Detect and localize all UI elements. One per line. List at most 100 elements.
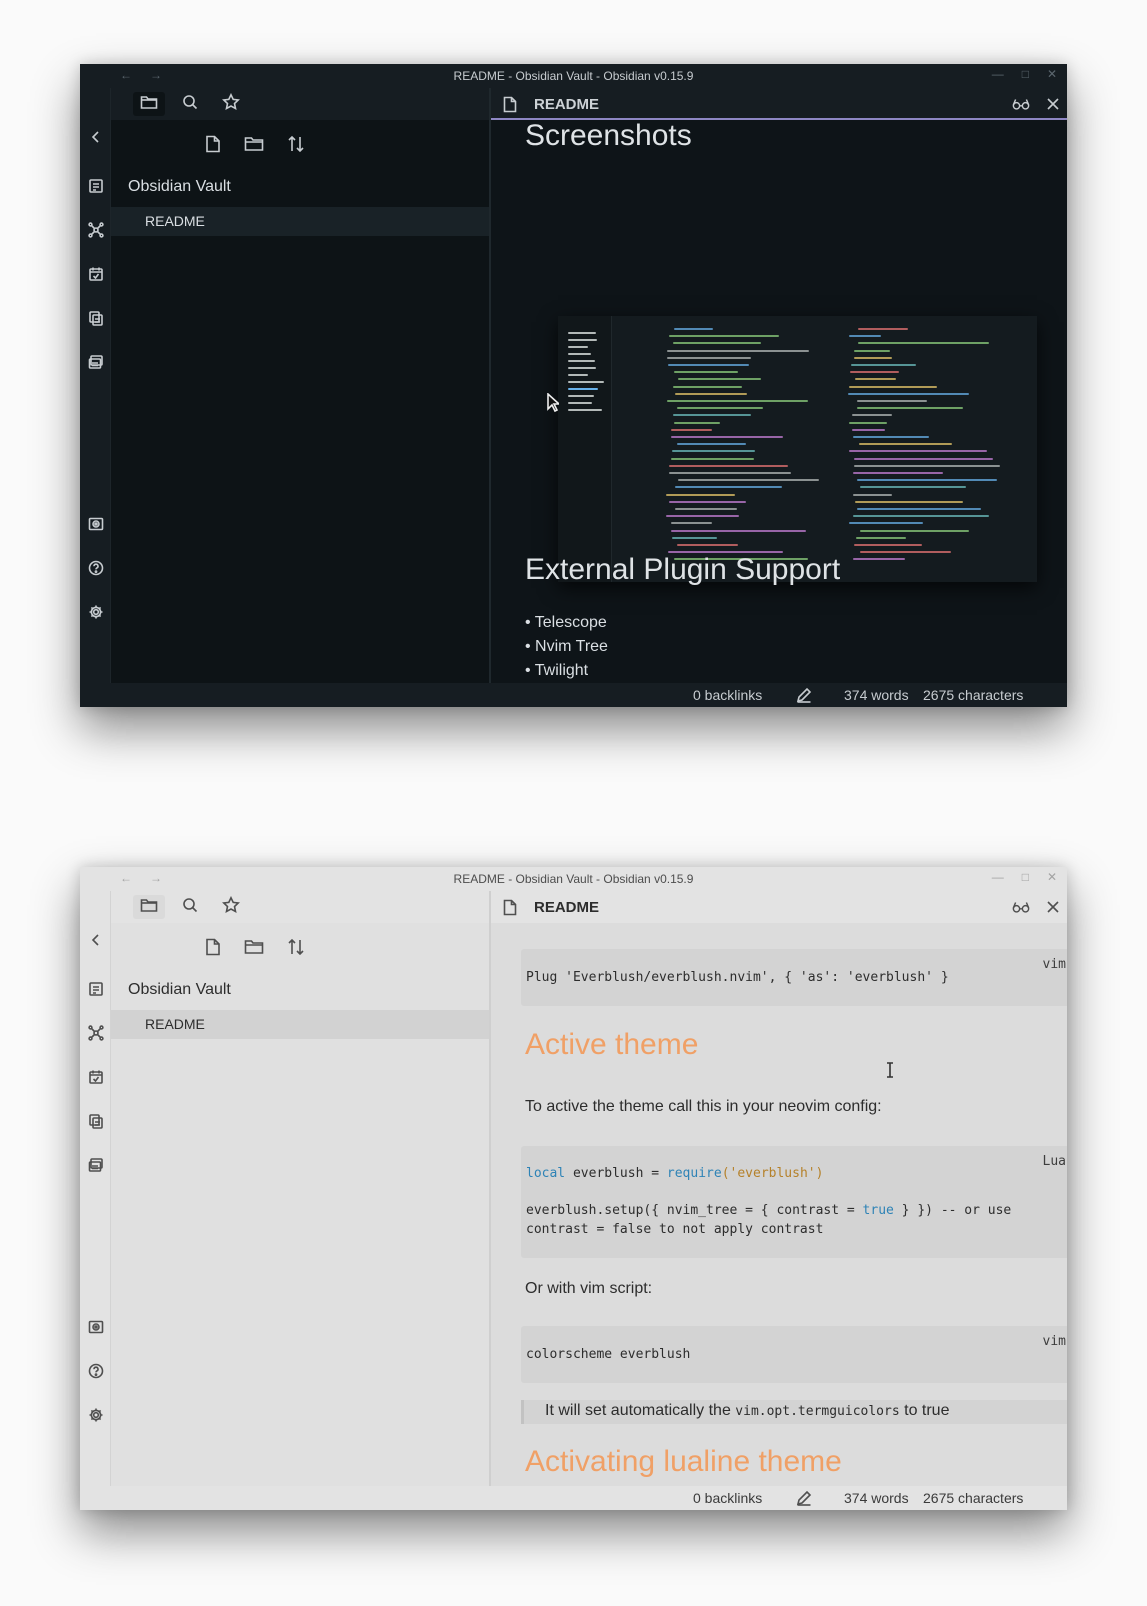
settings-icon[interactable] (87, 1406, 105, 1424)
obsidian-window-dark: ← → README - Obsidian Vault - Obsidian v… (80, 64, 1067, 707)
settings-icon[interactable] (87, 603, 105, 621)
search-tab[interactable] (174, 895, 206, 919)
slides-icon[interactable] (87, 353, 105, 371)
edit-mode-icon[interactable] (796, 687, 812, 706)
edit-mode-icon[interactable] (796, 1490, 812, 1509)
reading-view-icon[interactable] (1012, 898, 1030, 916)
heading-activating-lualine: Activating lualine theme (525, 1445, 842, 1478)
vault-icon[interactable] (87, 515, 105, 533)
graph-icon[interactable] (87, 221, 105, 239)
screenshot-file-line (568, 402, 592, 404)
screenshot-file-line (568, 353, 591, 355)
screenshot-code-line (668, 500, 746, 503)
screenshot-image (558, 316, 1037, 582)
screenshot-code-line (856, 536, 907, 539)
code-text: everblush = (565, 1166, 667, 1181)
quick-switcher-icon[interactable] (87, 177, 105, 195)
screenshot-file-line (568, 346, 589, 348)
screenshot-code-line (852, 414, 892, 417)
screenshot-code-line (853, 436, 929, 438)
screenshot-code-line (673, 421, 721, 424)
vault-name[interactable]: Obsidian Vault (128, 981, 231, 999)
pane-header: README (491, 88, 1067, 120)
screenshot-code-line (848, 421, 888, 424)
new-folder-icon (244, 938, 264, 960)
vault-icon[interactable] (87, 1318, 105, 1336)
document-body[interactable]: vim Plug 'Everblush/everblush.nvim', { '… (491, 924, 1067, 1486)
minimize-button[interactable]: — (992, 67, 1004, 81)
templates-icon[interactable] (87, 309, 105, 327)
screenshot-code-line (671, 428, 713, 431)
starred-tab[interactable] (215, 92, 247, 116)
vault-name[interactable]: Obsidian Vault (128, 178, 231, 196)
slides-icon[interactable] (87, 1156, 105, 1174)
pane-title: README (534, 96, 600, 113)
code-keyword: require (666, 1166, 722, 1181)
new-note-button[interactable] (202, 135, 224, 157)
screenshot-code-line (853, 464, 1000, 467)
quick-switcher-icon[interactable] (87, 980, 105, 998)
new-folder-button[interactable] (243, 135, 265, 157)
mouse-cursor (547, 392, 562, 418)
screenshot-code-line (857, 328, 909, 330)
code-block-vim-plug[interactable]: vim Plug 'Everblush/everblush.nvim', { '… (521, 949, 1067, 1006)
status-bar: 0 backlinks 374 words 2675 characters (80, 683, 1067, 707)
editor-pane: README Screenshots External Plugin Suppo… (491, 88, 1067, 683)
files-tab[interactable] (133, 895, 165, 919)
search-icon (182, 94, 198, 115)
screenshot-code-line (672, 342, 762, 345)
new-note-button[interactable] (202, 938, 224, 960)
screenshot-code-line (668, 335, 780, 338)
maximize-button[interactable]: □ (1022, 870, 1029, 884)
close-pane-icon[interactable] (1044, 898, 1062, 916)
starred-tab[interactable] (215, 895, 247, 919)
collapse-left-icon[interactable] (87, 128, 105, 146)
maximize-button[interactable]: □ (1022, 67, 1029, 81)
screenshot-code-line (848, 335, 882, 338)
sort-button[interactable] (285, 938, 307, 960)
file-item-readme[interactable]: README (111, 1010, 489, 1039)
search-tab[interactable] (174, 92, 206, 116)
reading-view-icon[interactable] (1012, 95, 1030, 113)
screenshot-code-line (853, 515, 990, 518)
document-body[interactable]: Screenshots External Plugin Support Tele… (491, 121, 1067, 683)
title-bar: ← → README - Obsidian Vault - Obsidian v… (80, 867, 1067, 891)
templates-icon[interactable] (87, 1112, 105, 1130)
screenshot-code-line (668, 364, 749, 366)
editor-pane: README vim Plug 'Everblush/everblush.nvi… (491, 891, 1067, 1486)
collapse-left-icon[interactable] (87, 931, 105, 949)
backlinks-count[interactable]: 0 backlinks (693, 687, 762, 703)
new-folder-button[interactable] (243, 938, 265, 960)
screenshot-code-line (855, 378, 896, 381)
code-block-lua[interactable]: Lua local everblush = require('everblush… (521, 1146, 1067, 1258)
close-window-button[interactable]: ✕ (1047, 870, 1057, 884)
help-icon[interactable] (87, 1362, 105, 1380)
screenshot-code-line (668, 464, 788, 467)
list-item: Twilight (525, 659, 608, 683)
help-icon[interactable] (87, 559, 105, 577)
screenshot-file-line (568, 339, 598, 341)
screenshot-file-line (568, 367, 597, 369)
sort-button[interactable] (285, 135, 307, 157)
close-pane-icon[interactable] (1044, 95, 1062, 113)
new-note-icon (205, 938, 221, 961)
screenshot-code-line (666, 493, 736, 496)
file-explorer-sidebar: Obsidian Vault README (111, 891, 491, 1486)
daily-note-icon[interactable] (87, 1068, 105, 1086)
character-count: 2675 characters (923, 687, 1024, 703)
close-window-button[interactable]: ✕ (1047, 67, 1057, 81)
file-item-readme[interactable]: README (111, 207, 489, 236)
paragraph-active-theme: To active the theme call this in your ne… (525, 1098, 882, 1115)
list-item: Nvim Tree (525, 635, 608, 659)
daily-note-icon[interactable] (87, 265, 105, 283)
files-tab[interactable] (133, 92, 165, 116)
screenshot-code-line (677, 443, 747, 446)
minimize-button[interactable]: — (992, 870, 1004, 884)
screenshot-code-line (851, 428, 886, 431)
code-block-vim-colorscheme[interactable]: vim colorscheme everblush (521, 1326, 1067, 1383)
window-title: README - Obsidian Vault - Obsidian v0.15… (453, 69, 694, 83)
backlinks-count[interactable]: 0 backlinks (693, 1490, 762, 1506)
star-icon (222, 895, 240, 919)
graph-icon[interactable] (87, 1024, 105, 1042)
screenshot-code-line (856, 407, 964, 410)
